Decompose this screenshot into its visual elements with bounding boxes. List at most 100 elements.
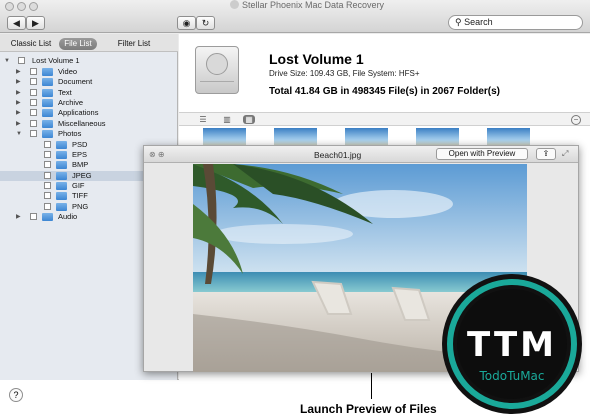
volume-info: Drive Size: 109.43 GB, File System: HFS+ xyxy=(269,69,420,78)
folder-icon xyxy=(56,172,67,180)
eye-icon: ◉ xyxy=(182,18,191,28)
folder-icon xyxy=(42,78,53,86)
item-checkbox[interactable] xyxy=(30,213,37,220)
list-view-icon[interactable]: ☰ xyxy=(197,115,209,124)
item-checkbox[interactable] xyxy=(30,99,37,106)
disclosure-closed-icon[interactable]: ▶ xyxy=(16,88,24,98)
tree-item[interactable]: ▼ Lost Volume 1 xyxy=(0,56,178,66)
expand-icon[interactable]: ⤢ xyxy=(562,149,568,159)
tree-item[interactable]: ▶ Document xyxy=(0,77,178,87)
tree-item-label: PSD xyxy=(72,140,88,149)
disclosure-closed-icon[interactable]: ▶ xyxy=(16,119,24,129)
folder-icon xyxy=(42,109,53,117)
item-checkbox[interactable] xyxy=(44,203,51,210)
item-checkbox[interactable] xyxy=(44,192,51,199)
column-view-icon[interactable]: ▥ xyxy=(221,115,233,124)
logo-name: TodoTuMac xyxy=(478,369,544,383)
item-checkbox[interactable] xyxy=(44,151,51,158)
refresh-button[interactable]: ↻ xyxy=(196,16,215,30)
item-checkbox[interactable] xyxy=(30,68,37,75)
item-checkbox[interactable] xyxy=(18,57,25,64)
preview-eye-button[interactable]: ◉ xyxy=(177,16,196,30)
tree-item-label: Video xyxy=(58,67,78,76)
item-checkbox[interactable] xyxy=(44,141,51,148)
zoom-window-button[interactable] xyxy=(29,2,38,11)
volume-name: Lost Volume 1 xyxy=(269,51,364,67)
disclosure-closed-icon[interactable]: ▶ xyxy=(16,212,24,222)
disclosure-open-icon[interactable]: ▼ xyxy=(4,56,12,66)
disclosure-closed-icon[interactable]: ▶ xyxy=(16,98,24,108)
tab-classic-list[interactable]: Classic List xyxy=(4,38,58,50)
open-with-preview-button[interactable]: Open with Preview xyxy=(436,148,528,160)
tree-item-label: Lost Volume 1 xyxy=(32,56,80,65)
search-icon: ⚲ xyxy=(455,17,465,27)
tab-filter-list[interactable]: Filter List xyxy=(108,38,160,50)
tab-file-list[interactable]: File List xyxy=(59,38,97,50)
folder-icon xyxy=(56,182,67,190)
title-bar: Stellar Phoenix Mac Data Recovery ◀ ▶ ◉ … xyxy=(0,0,590,33)
minimize-window-button[interactable] xyxy=(17,2,26,11)
disclosure-closed-icon[interactable]: ▶ xyxy=(16,108,24,118)
folder-icon xyxy=(56,203,67,211)
hard-drive-icon xyxy=(195,46,239,94)
callout-line xyxy=(371,373,372,399)
folder-icon xyxy=(42,120,53,128)
app-icon xyxy=(230,0,239,9)
sidebar-tabs: Classic List File List Filter List xyxy=(0,34,178,52)
preview-toolbar: ⊗ ⊕ Beach01.jpg Open with Preview ⇪ ⤢ xyxy=(144,146,578,163)
tree-item[interactable]: ▶ Video xyxy=(0,67,178,77)
window-title: Stellar Phoenix Mac Data Recovery xyxy=(230,0,450,10)
folder-icon xyxy=(42,99,53,107)
forward-button[interactable]: ▶ xyxy=(26,16,45,30)
close-window-button[interactable] xyxy=(5,2,14,11)
todotumac-logo: TTM TodoTuMac xyxy=(442,274,582,414)
tree-item-label: TIFF xyxy=(72,191,88,200)
tree-item-label: Photos xyxy=(58,129,82,138)
share-button[interactable]: ⇪ xyxy=(536,148,556,160)
tree-item-label: BMP xyxy=(72,160,89,169)
icon-view-icon[interactable]: ▦ xyxy=(243,115,255,124)
window-title-text: Stellar Phoenix Mac Data Recovery xyxy=(242,0,385,10)
item-checkbox[interactable] xyxy=(44,161,51,168)
caption: Launch Preview of Files xyxy=(300,402,437,416)
tree-item-label: GIF xyxy=(72,181,85,190)
folder-icon xyxy=(56,141,67,149)
tree-item[interactable]: ▼ Photos xyxy=(0,129,178,139)
collapse-icon[interactable]: − xyxy=(571,115,581,125)
volume-total: Total 41.84 GB in 498345 File(s) in 2067… xyxy=(269,86,501,97)
tree-item-label: Document xyxy=(58,77,93,86)
tree-item-label: EPS xyxy=(72,150,88,159)
tree-item[interactable]: ▶ Archive xyxy=(0,98,178,108)
back-button[interactable]: ◀ xyxy=(7,16,26,30)
disclosure-closed-icon[interactable]: ▶ xyxy=(16,77,24,87)
item-checkbox[interactable] xyxy=(30,89,37,96)
folder-icon xyxy=(42,213,53,221)
item-checkbox[interactable] xyxy=(30,120,37,127)
folder-icon xyxy=(42,89,53,97)
tree-item-label: JPEG xyxy=(72,171,92,180)
item-checkbox[interactable] xyxy=(44,172,51,179)
item-checkbox[interactable] xyxy=(30,109,37,116)
tree-item-label: Miscellaneous xyxy=(58,119,106,128)
item-checkbox[interactable] xyxy=(30,130,37,137)
help-button[interactable]: ? xyxy=(9,388,23,402)
preview-title: Beach01.jpg xyxy=(314,150,362,160)
tree-item-label: Text xyxy=(58,88,72,97)
folder-icon xyxy=(42,68,53,76)
tree-item-label: PNG xyxy=(72,202,89,211)
tree-item-label: Audio xyxy=(58,212,78,221)
tree-item[interactable]: ▶ Applications xyxy=(0,108,178,118)
folder-icon xyxy=(56,192,67,200)
folder-icon xyxy=(42,130,53,138)
item-checkbox[interactable] xyxy=(30,78,37,85)
folder-icon xyxy=(56,151,67,159)
tree-item[interactable]: ▶ Miscellaneous xyxy=(0,119,178,129)
item-checkbox[interactable] xyxy=(44,182,51,189)
tree-item-label: Applications xyxy=(58,108,99,117)
disclosure-closed-icon[interactable]: ▶ xyxy=(16,67,24,77)
search-input[interactable]: ⚲ Search xyxy=(448,15,583,30)
close-icon[interactable]: ⊗ ⊕ xyxy=(149,150,165,159)
logo-initials: TTM xyxy=(467,325,557,365)
tree-item[interactable]: ▶ Text xyxy=(0,88,178,98)
disclosure-open-icon[interactable]: ▼ xyxy=(16,129,24,139)
